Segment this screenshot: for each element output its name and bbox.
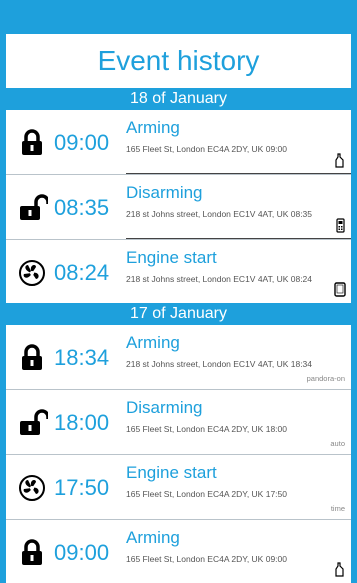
event-time: 18:00: [54, 410, 110, 435]
event-source-tag: auto: [330, 439, 345, 448]
event-address: 165 Fleet St, London EC4A 2DY, UK 09:00: [126, 144, 287, 154]
event-row[interactable]: 17:50 Engine start 165 Fleet St, London …: [6, 455, 351, 520]
lock-closed-icon: [22, 129, 42, 155]
event-title: Arming: [126, 118, 180, 137]
phone-icon: [335, 562, 344, 577]
event-row[interactable]: 09:00 Arming 165 Fleet St, London EC4A 2…: [6, 520, 351, 583]
date-header: 18 of January: [6, 88, 351, 110]
lock-open-icon: [20, 194, 48, 220]
event-address: 218 st Johns street, London EC1V 4AT, UK…: [126, 209, 313, 219]
event-title: Arming: [126, 333, 180, 352]
event-row[interactable]: 08:35 Disarming 218 st Johns street, Lon…: [6, 175, 351, 240]
engine-icon: [19, 260, 45, 286]
event-title: Engine start: [126, 248, 217, 267]
top-bar: [0, 0, 357, 34]
event-title: Disarming: [126, 183, 203, 202]
event-row[interactable]: 08:24 Engine start 218 st Johns street, …: [6, 240, 351, 303]
event-time: 17:50: [54, 475, 110, 500]
event-row[interactable]: 18:00 Disarming 165 Fleet St, London EC4…: [6, 390, 351, 455]
event-time: 09:00: [54, 540, 110, 565]
event-address: 165 Fleet St, London EC4A 2DY, UK 17:50: [126, 489, 287, 499]
smartphone-icon: [334, 282, 346, 297]
event-time: 08:24: [54, 260, 110, 285]
event-address: 218 st Johns street, London EC1V 4AT, UK…: [126, 359, 313, 369]
event-source-tag: pandora-on: [306, 374, 345, 383]
row-divider: [126, 238, 351, 239]
engine-icon: [19, 475, 45, 501]
keyfob-icon: [336, 218, 345, 233]
lock-open-icon: [20, 409, 48, 435]
event-title: Disarming: [126, 398, 203, 417]
event-title: Engine start: [126, 463, 217, 482]
phone-icon: [335, 153, 344, 168]
event-address: 165 Fleet St, London EC4A 2DY, UK 18:00: [126, 424, 287, 434]
date-header: 17 of January: [6, 303, 351, 325]
event-source-tag: time: [330, 504, 345, 513]
page-title: Event history: [97, 45, 260, 76]
event-address: 218 st Johns street, London EC1V 4AT, UK…: [126, 274, 313, 284]
row-divider: [126, 173, 351, 174]
event-row[interactable]: 18:34 Arming 218 st Johns street, London…: [6, 325, 351, 390]
event-time: 18:34: [54, 345, 110, 370]
event-address: 165 Fleet St, London EC4A 2DY, UK 09:00: [126, 554, 287, 564]
event-title: Arming: [126, 528, 180, 547]
event-time: 09:00: [54, 130, 110, 155]
event-time: 08:35: [54, 195, 110, 220]
event-row[interactable]: 09:00 Arming 165 Fleet St, London EC4A 2…: [6, 110, 351, 175]
lock-closed-icon: [22, 539, 42, 565]
lock-closed-icon: [22, 344, 42, 370]
